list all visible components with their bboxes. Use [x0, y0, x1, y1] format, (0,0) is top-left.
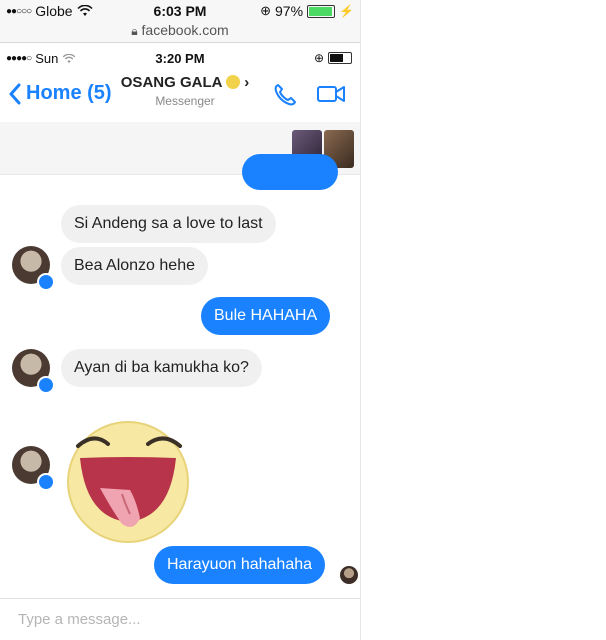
conversation-subtitle: Messenger: [155, 94, 215, 108]
chevron-right-icon: ›: [244, 74, 250, 91]
phone-screen: ●●○○○ Globe 6:03 PM ⊕ 97% ⚡ 🔒︎ facebook.…: [0, 0, 361, 640]
messenger-badge-icon: [37, 473, 55, 491]
inner-battery-icon: [328, 52, 352, 64]
outer-status-bar: ●●○○○ Globe 6:03 PM ⊕ 97% ⚡: [0, 0, 360, 22]
charging-icon: ⚡: [339, 4, 354, 18]
back-button[interactable]: Home (5): [8, 82, 112, 105]
battery-icon: [307, 4, 336, 18]
message-list[interactable]: Si Andeng sa a love to last Bea Alonzo h…: [0, 154, 360, 598]
rotation-lock-icon: ⊕: [260, 3, 272, 18]
back-chevron-icon: [9, 83, 21, 104]
lock-icon: 🔒︎: [131, 24, 138, 38]
message-input[interactable]: Type a message...: [18, 611, 141, 628]
inner-status-bar: ●●●●○ Sun 3:20 PM ⊕: [0, 48, 360, 70]
message-composer[interactable]: Type a message...: [0, 598, 360, 640]
url-text: facebook.com: [141, 22, 229, 38]
incoming-message[interactable]: Si Andeng sa a love to last: [61, 205, 276, 243]
back-label: Home (5): [26, 82, 112, 104]
partial-outgoing-bubble: [242, 154, 338, 190]
inner-time: 3:20 PM: [155, 51, 205, 66]
laughing-emoji-icon: [226, 75, 241, 89]
url-bar[interactable]: 🔒︎ facebook.com: [0, 22, 360, 43]
messenger-badge-icon: [37, 273, 55, 291]
video-camera-icon[interactable]: [316, 82, 346, 106]
inner-rotation-lock-icon: ⊕: [313, 51, 324, 65]
battery-percent: 97%: [275, 3, 304, 19]
phone-icon[interactable]: [272, 82, 298, 108]
conversation-title[interactable]: OSANG GALA › Messenger: [110, 74, 260, 108]
seen-receipt-avatar: [340, 566, 358, 584]
contact-name: OSANG GALA: [120, 74, 222, 91]
conversation-header: Home (5) OSANG GALA › Messenger: [0, 70, 360, 123]
incoming-message[interactable]: Ayan di ba kamukha ko?: [61, 349, 262, 387]
outgoing-message[interactable]: Bule HAHAHA: [201, 297, 331, 335]
outgoing-message[interactable]: Harayuon hahahaha: [154, 546, 326, 584]
emoji-sticker-icon[interactable]: [60, 410, 196, 546]
incoming-message[interactable]: Bea Alonzo hehe: [61, 247, 208, 285]
messenger-badge-icon: [37, 376, 55, 394]
